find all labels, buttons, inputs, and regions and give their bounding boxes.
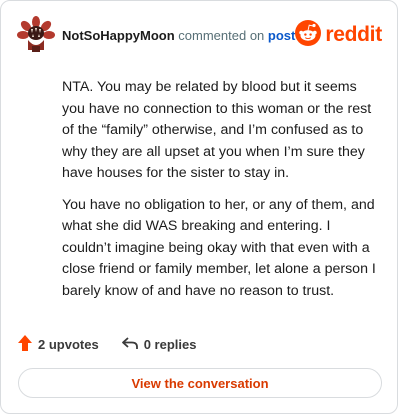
view-conversation-button[interactable]: View the conversation [18, 368, 382, 398]
upvote-button[interactable]: 2 upvotes [17, 334, 99, 355]
comment-body: NTA. You may be related by blood but it … [62, 77, 382, 312]
comment-embed-card: NotSoHappyMoon commented on post reddit [0, 0, 398, 414]
reddit-wordmark: reddit [325, 23, 382, 46]
reddit-snoo-icon [295, 19, 322, 51]
reply-count: 0 replies [143, 336, 197, 352]
reply-button[interactable]: 0 replies [121, 335, 197, 354]
comment-paragraph: You have no obligation to her, or any of… [62, 196, 376, 299]
comment-header: NotSoHappyMoon commented on post reddit [17, 15, 382, 55]
comment-action-text: commented on [178, 27, 265, 43]
comment-actions: 2 upvotes 0 replies [17, 333, 218, 355]
username-link[interactable]: NotSoHappyMoon [62, 28, 175, 43]
reply-arrow-icon [121, 335, 144, 354]
comment-paragraph: NTA. You may be related by blood but it … [62, 79, 372, 181]
demogorgon-avatar-icon[interactable] [17, 16, 55, 54]
comment-meta: NotSoHappyMoon commented on post [62, 28, 295, 43]
reddit-logo[interactable]: reddit [295, 19, 382, 51]
upvote-count: 2 upvotes [38, 336, 99, 352]
upvote-arrow-icon [17, 334, 38, 355]
post-link[interactable]: post [268, 28, 295, 43]
